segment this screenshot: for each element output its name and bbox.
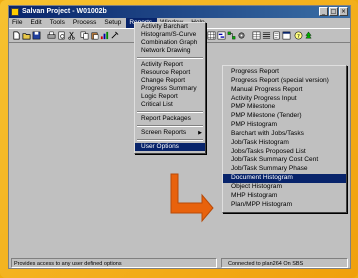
callout-arrow-icon (170, 173, 214, 223)
arrow-shape (170, 173, 214, 223)
